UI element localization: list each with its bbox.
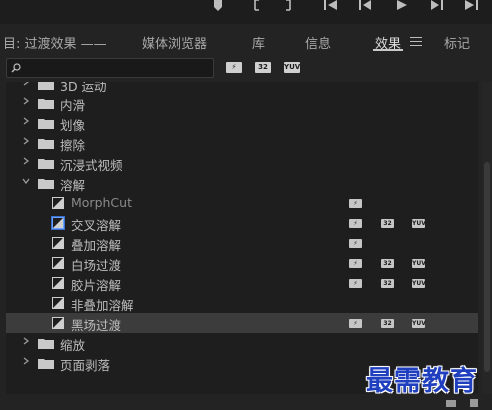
- folder-icon: [38, 179, 54, 189]
- effect-non-additive-dissolve[interactable]: 非叠加溶解: [6, 293, 478, 313]
- yuv-badge: YUV: [412, 279, 426, 288]
- effect-dip-to-white[interactable]: 白场过渡 ⚡ 32 YUV: [6, 253, 478, 273]
- chevron-right-icon[interactable]: [22, 97, 30, 105]
- folder-icon: [38, 359, 54, 369]
- yuv-filter-button[interactable]: YUV: [284, 62, 300, 73]
- tree-item-label: 沉浸式视频: [60, 158, 123, 173]
- tab-libraries[interactable]: 库: [252, 33, 265, 52]
- tree-item-label: 页面剥落: [60, 358, 111, 373]
- tree-item-label: 擦除: [60, 138, 86, 153]
- effect-additive-dissolve[interactable]: 叠加溶解 ⚡: [6, 233, 478, 253]
- tab-media-browser[interactable]: 媒体浏览器: [142, 33, 207, 52]
- panel-menu-icon[interactable]: [410, 37, 422, 47]
- transition-effect-icon: [52, 317, 64, 329]
- accelerated-badge: ⚡: [349, 239, 362, 248]
- accelerated-badge: ⚡: [349, 259, 362, 268]
- yuv-badge: YUV: [412, 219, 426, 228]
- folder-icon: [38, 139, 54, 149]
- step-forward-icon[interactable]: [428, 0, 446, 14]
- tab-transitions-project[interactable]: 目: 过渡效果 ——: [3, 33, 107, 52]
- effect-morphcut[interactable]: MorphCut ⚡: [6, 193, 478, 213]
- transition-effect-icon: [52, 217, 64, 229]
- 32-bit-color-filter-button[interactable]: 32: [255, 62, 271, 73]
- folder-immersive-video[interactable]: 沉浸式视频: [6, 153, 478, 173]
- mark-in-icon[interactable]: [250, 0, 268, 14]
- folder-wipe[interactable]: 擦除: [6, 133, 478, 153]
- effect-label: 胶片溶解: [71, 278, 122, 293]
- 32-bit-badge: 32: [381, 279, 394, 288]
- tree-item-label: 划像: [60, 118, 86, 133]
- effect-label: 交叉溶解: [71, 218, 122, 233]
- effects-toolbar: ⚡ 32 YUV: [0, 56, 492, 82]
- folder-dissolve[interactable]: 溶解: [6, 173, 478, 193]
- accelerated-badge: ⚡: [349, 279, 362, 288]
- add-marker-icon[interactable]: [211, 0, 229, 14]
- transition-effect-icon: [52, 277, 64, 289]
- search-input[interactable]: [6, 58, 214, 78]
- effect-label: 非叠加溶解: [71, 298, 134, 313]
- accelerated-badge: ⚡: [349, 199, 362, 208]
- folder-icon: [38, 99, 54, 109]
- transition-effect-icon: [52, 237, 64, 249]
- chevron-right-icon[interactable]: [22, 117, 30, 125]
- yuv-badge: YUV: [412, 319, 426, 328]
- go-to-out-icon[interactable]: [462, 0, 480, 14]
- accelerated-badge: ⚡: [349, 219, 362, 228]
- transport-controls: [0, 0, 492, 24]
- chevron-right-icon[interactable]: [22, 137, 30, 145]
- transition-effect-icon: [52, 257, 64, 269]
- yuv-badge: YUV: [412, 259, 426, 268]
- transition-effect-icon: [52, 197, 64, 209]
- active-tab-indicator: [373, 49, 403, 51]
- folder-icon: [38, 339, 54, 349]
- folder-icon: [38, 159, 54, 169]
- vertical-scrollbar[interactable]: [482, 82, 492, 394]
- play-icon[interactable]: [394, 0, 412, 14]
- tree-item-label: 溶解: [60, 178, 86, 193]
- search-icon: [11, 62, 21, 73]
- folder-icon: [38, 82, 54, 90]
- effect-label: 白场过渡: [71, 258, 122, 273]
- chevron-right-icon[interactable]: [22, 337, 30, 345]
- effect-dip-to-black[interactable]: 黑场过渡 ⚡ 32 YUV: [6, 313, 478, 333]
- effects-tree: 3D 运动 内滑 划像 擦除 沉浸式视频 溶解 MorphCut ⚡ 交叉溶解 …: [6, 82, 478, 394]
- effect-film-dissolve[interactable]: 胶片溶解 ⚡ 32 YUV: [6, 273, 478, 293]
- 32-bit-badge: 32: [381, 219, 394, 228]
- chevron-right-icon[interactable]: [22, 357, 30, 365]
- effect-label: 叠加溶解: [71, 238, 122, 253]
- mark-out-icon[interactable]: [282, 0, 300, 14]
- folder-icon: [38, 119, 54, 129]
- step-back-icon[interactable]: [358, 0, 376, 14]
- accelerated-effects-filter-button[interactable]: ⚡: [226, 62, 242, 73]
- watermark-logo: 最需教育: [366, 366, 478, 397]
- effect-label: MorphCut: [71, 195, 132, 210]
- chevron-right-icon[interactable]: [22, 157, 30, 165]
- trash-icon: [470, 399, 478, 407]
- panel-tab-bar: 目: 过渡效果 —— 媒体浏览器 库 信息 效果 标记: [0, 28, 492, 54]
- go-to-in-icon[interactable]: [323, 0, 341, 14]
- accelerated-badge: ⚡: [349, 319, 362, 328]
- chevron-down-icon[interactable]: [22, 177, 30, 185]
- scrollbar-thumb[interactable]: [484, 162, 490, 372]
- effect-label: 黑场过渡: [71, 318, 122, 333]
- tree-item-label: 内滑: [60, 98, 86, 113]
- folder-iris[interactable]: 划像: [6, 113, 478, 133]
- folder-slide[interactable]: 内滑: [6, 93, 478, 113]
- folder-zoom[interactable]: 缩放: [6, 333, 478, 353]
- new-bin-icon: [446, 400, 456, 407]
- 32-bit-badge: 32: [381, 319, 394, 328]
- effect-cross-dissolve[interactable]: 交叉溶解 ⚡ 32 YUV: [6, 213, 478, 233]
- tree-item-label: 缩放: [60, 338, 86, 353]
- transition-effect-icon: [52, 297, 64, 309]
- tab-markers[interactable]: 标记: [444, 33, 470, 52]
- 32-bit-badge: 32: [381, 259, 394, 268]
- tab-info[interactable]: 信息: [305, 33, 331, 52]
- chevron-right-icon[interactable]: [22, 82, 30, 86]
